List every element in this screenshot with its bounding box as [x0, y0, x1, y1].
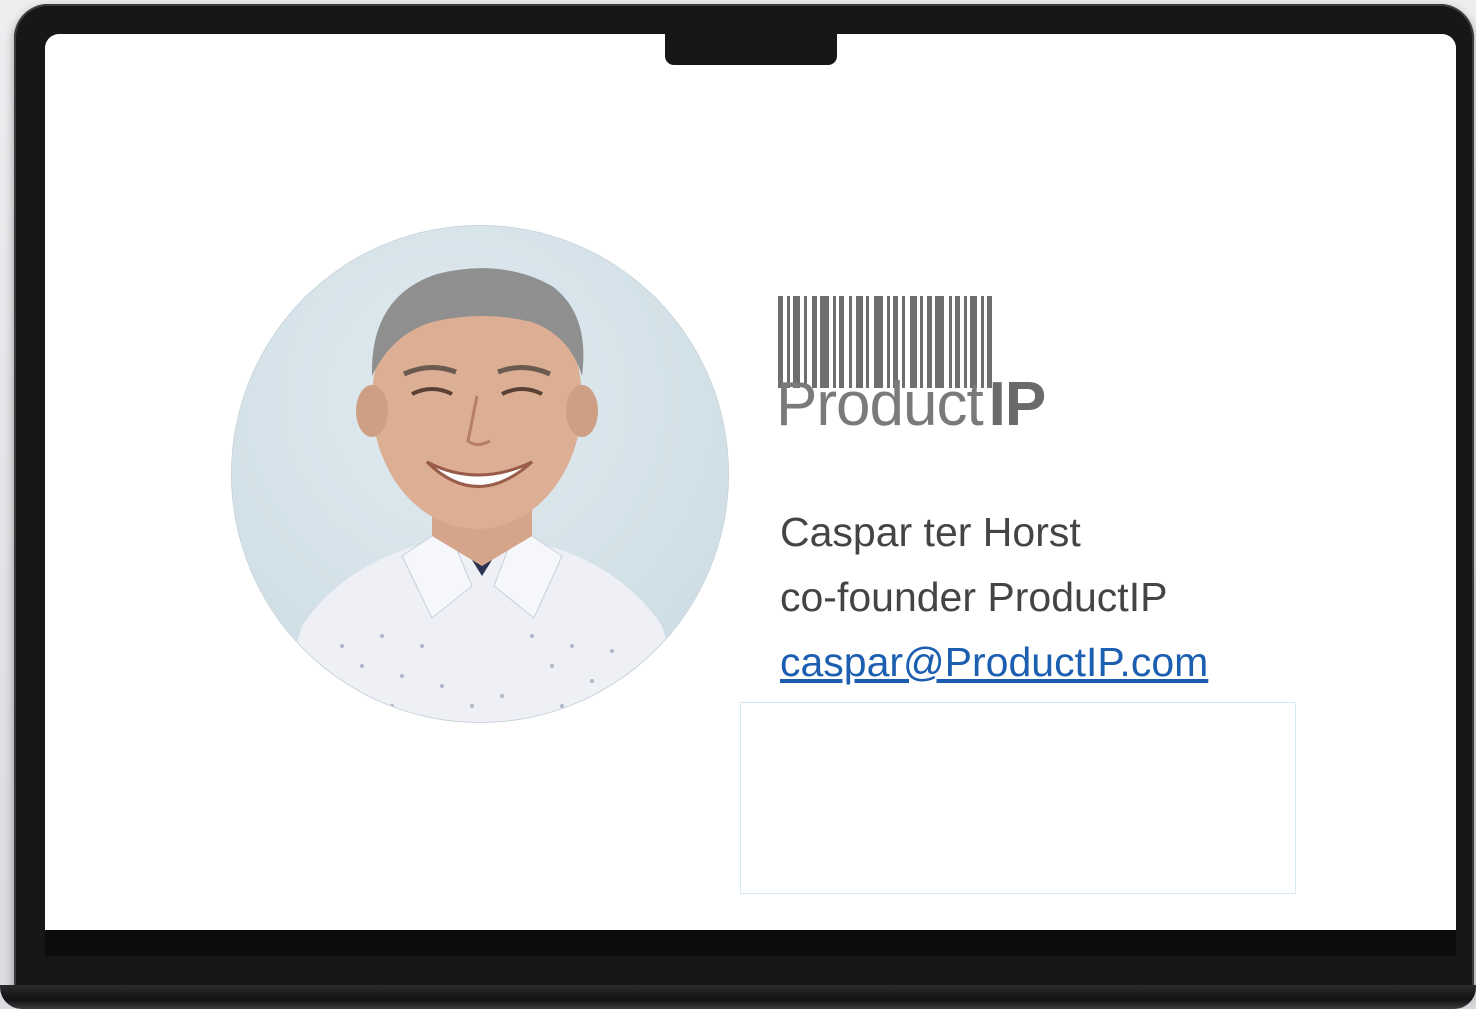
productip-logo: ProductIP	[776, 296, 1046, 436]
logo-wordmark: ProductIP	[776, 374, 1046, 436]
logo-word-light: Product	[776, 370, 984, 439]
profile-photo	[272, 268, 692, 722]
avatar	[232, 226, 728, 722]
laptop-base	[0, 985, 1476, 1009]
laptop-chin	[45, 930, 1456, 956]
signature-title: co-founder ProductIP	[780, 574, 1168, 620]
empty-content-box	[740, 702, 1296, 894]
signature-name: Caspar ter Horst	[780, 509, 1081, 555]
laptop-screen: ProductIP Caspar ter Horst co-founder Pr…	[45, 34, 1456, 930]
camera-notch	[665, 34, 837, 65]
logo-word-bold: IP	[988, 370, 1047, 439]
email-link[interactable]: caspar@ProductIP.com	[780, 639, 1208, 686]
